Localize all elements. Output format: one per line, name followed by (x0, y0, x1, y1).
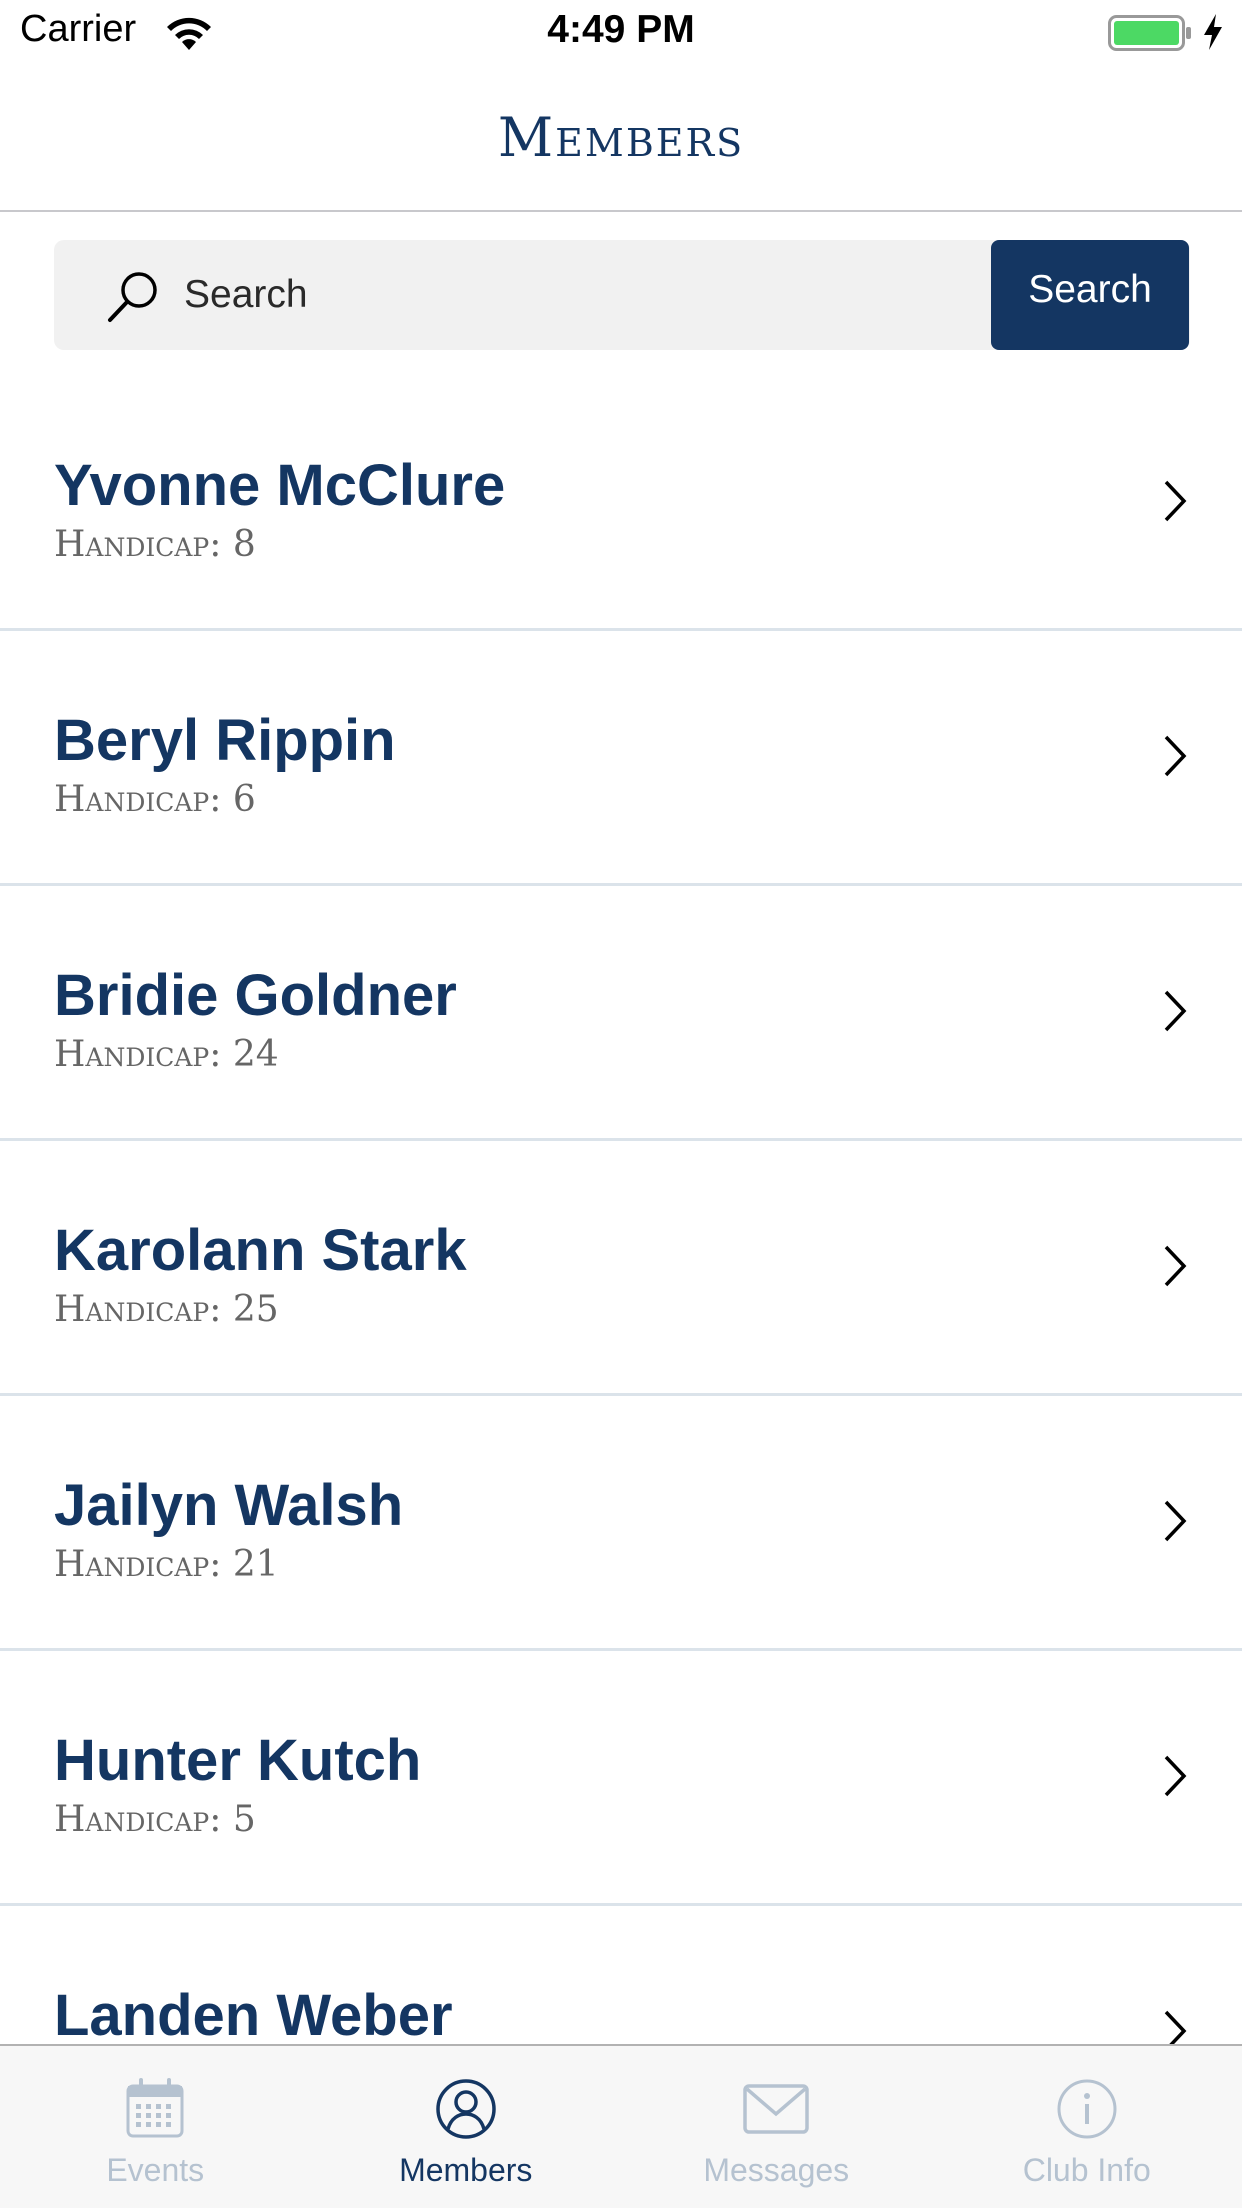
tab-club-info[interactable]: Club Info (932, 2046, 1242, 2208)
member-name: Yvonne McClure (54, 453, 506, 518)
tab-label: Messages (703, 2152, 850, 2188)
envelope-icon (743, 2084, 809, 2134)
tab-messages[interactable]: Messages (621, 2046, 932, 2208)
search-input[interactable] (184, 260, 1004, 330)
calendar-icon (126, 2078, 184, 2138)
member-name: Bridie Goldner (54, 963, 457, 1028)
member-handicap: Handicap: 6 (54, 779, 256, 820)
tab-label: Club Info (1022, 2152, 1151, 2188)
list-item[interactable]: Bridie Goldner Handicap: 24 (0, 886, 1242, 1141)
member-handicap: Handicap: 8 (54, 524, 256, 565)
tab-label: Members (399, 2152, 533, 2188)
search-icon (108, 272, 157, 322)
tab-members[interactable]: Members (311, 2046, 622, 2208)
chevron-right-icon (1164, 1755, 1187, 1797)
member-handicap: Handicap: 25 (54, 1289, 279, 1330)
chevron-right-icon (1164, 735, 1187, 777)
battery-icon (1108, 15, 1191, 51)
list-item[interactable]: Beryl Rippin Handicap: 6 (0, 631, 1242, 886)
list-item[interactable]: Hunter Kutch Handicap: 5 (0, 1651, 1242, 1906)
person-circle-icon (436, 2079, 496, 2139)
member-name: Hunter Kutch (54, 1728, 422, 1793)
list-item[interactable]: Landen Weber (0, 1906, 1242, 2044)
list-item[interactable]: Yvonne McClure Handicap: 8 (0, 376, 1242, 631)
search-button[interactable]: Search (991, 240, 1189, 350)
charging-bolt-icon (1204, 14, 1222, 50)
page-title: Members (497, 106, 745, 169)
chevron-right-icon (1164, 480, 1187, 522)
member-name: Beryl Rippin (54, 708, 396, 773)
tab-label: Events (106, 2152, 205, 2188)
member-list[interactable]: Yvonne McClure Handicap: 8 Beryl Rippin … (0, 376, 1242, 2044)
chevron-right-icon (1164, 1500, 1187, 1542)
status-bar: Carrier 4:49 PM (0, 0, 1242, 66)
list-item[interactable]: Karolann Stark Handicap: 25 (0, 1141, 1242, 1396)
member-handicap: Handicap: 24 (54, 1034, 279, 1075)
info-circle-icon (1057, 2079, 1117, 2139)
tab-bar: Events Members Messages Club Info (0, 2044, 1242, 2208)
member-name: Jailyn Walsh (54, 1473, 404, 1538)
member-name: Landen Weber (54, 1983, 453, 2044)
member-handicap: Handicap: 5 (54, 1799, 256, 1840)
tab-events[interactable]: Events (0, 2046, 311, 2208)
chevron-right-icon (1164, 1245, 1187, 1287)
list-item[interactable]: Jailyn Walsh Handicap: 21 (0, 1396, 1242, 1651)
status-time: 4:49 PM (547, 8, 695, 51)
member-handicap: Handicap: 21 (54, 1544, 279, 1585)
member-name: Karolann Stark (54, 1218, 467, 1283)
navigation-bar: Members (0, 66, 1242, 212)
chevron-right-icon (1164, 2010, 1187, 2044)
chevron-right-icon (1164, 990, 1187, 1032)
